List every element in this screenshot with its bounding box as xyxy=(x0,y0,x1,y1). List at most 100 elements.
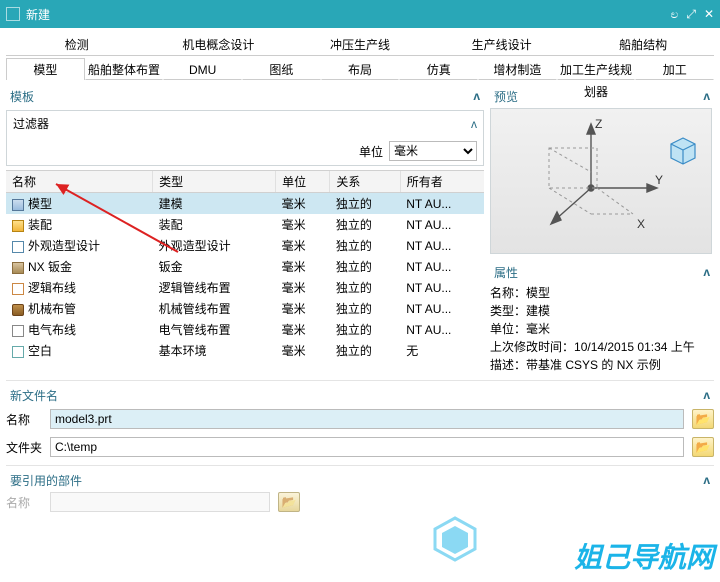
svg-text:X: X xyxy=(637,217,645,231)
collapse-icon[interactable]: ʌ xyxy=(703,265,710,279)
cell-name: 外观造型设计 xyxy=(6,235,153,256)
props-body: 名称：模型 类型：建模 单位：毫米 上次修改时间：10/14/2015 01:3… xyxy=(490,284,714,374)
browse-refpart-button[interactable]: 📂 xyxy=(278,492,300,512)
cell-type: 基本环境 xyxy=(153,340,276,361)
tab-lower-5[interactable]: 仿真 xyxy=(399,58,478,80)
section-preview-title: 预览 xyxy=(494,88,518,105)
cell-unit: 毫米 xyxy=(276,277,330,298)
section-props-title: 属性 xyxy=(494,264,518,281)
column-header[interactable]: 关系 xyxy=(330,171,400,193)
tab-upper-1[interactable]: 机电概念设计 xyxy=(148,34,290,56)
prop-desc-value: 带基准 CSYS 的 NX 示例 xyxy=(526,358,661,372)
preview-canvas: Z Y X xyxy=(490,108,712,254)
prop-mod-value: 10/14/2015 01:34 上午 xyxy=(574,340,695,354)
collapse-icon[interactable]: ʌ xyxy=(471,117,477,131)
close-icon[interactable]: ✕ xyxy=(704,7,714,21)
section-template-title: 模板 xyxy=(10,88,34,105)
tab-lower-6[interactable]: 增材制造 xyxy=(478,58,557,80)
template-table: 名称类型单位关系所有者 模型建模毫米独立的NT AU...装配装配毫米独立的NT… xyxy=(6,170,484,361)
tab-lower-7[interactable]: 加工生产线规划器 xyxy=(557,58,636,80)
table-row[interactable]: 装配装配毫米独立的NT AU... xyxy=(6,214,484,235)
tab-upper-4[interactable]: 船舶结构 xyxy=(572,34,714,56)
template-table-frame: 名称类型单位关系所有者 模型建模毫米独立的NT AU...装配装配毫米独立的NT… xyxy=(6,170,484,361)
watermark-logo-icon xyxy=(430,514,480,564)
collapse-icon[interactable]: ʌ xyxy=(703,388,710,402)
section-template-header: 模板 ʌ xyxy=(6,84,484,108)
app-icon xyxy=(6,7,20,21)
cell-name: 空白 xyxy=(6,340,153,361)
column-header[interactable]: 单位 xyxy=(276,171,330,193)
browse-folder-button[interactable]: 📂 xyxy=(692,437,714,457)
tab-lower-0[interactable]: 模型 xyxy=(6,58,85,80)
table-row[interactable]: 空白基本环境毫米独立的无 xyxy=(6,340,484,361)
newfile-folder-label: 文件夹 xyxy=(6,439,42,456)
cell-unit: 毫米 xyxy=(276,193,330,215)
csys-preview-icon: Z Y X xyxy=(501,116,701,246)
newfile-name-label: 名称 xyxy=(6,411,42,428)
tab-bar-upper: 检测机电概念设计冲压生产线生产线设计船舶结构 xyxy=(6,34,714,56)
folder-icon: 📂 xyxy=(696,412,711,426)
maximize-icon[interactable]: ⤢ xyxy=(686,7,696,22)
column-header[interactable]: 所有者 xyxy=(400,171,484,193)
prop-name-label: 名称： xyxy=(490,286,526,300)
collapse-icon[interactable]: ʌ xyxy=(473,89,480,103)
table-row[interactable]: 外观造型设计外观造型设计毫米独立的NT AU... xyxy=(6,235,484,256)
folder-icon: 📂 xyxy=(696,440,711,454)
newfile-name-input[interactable] xyxy=(50,409,684,429)
column-header[interactable]: 类型 xyxy=(153,171,276,193)
cell-type: 钣金 xyxy=(153,256,276,277)
cell-type: 机械管线布置 xyxy=(153,298,276,319)
table-row[interactable]: 电气布线电气管线布置毫米独立的NT AU... xyxy=(6,319,484,340)
section-preview-header: 预览 ʌ xyxy=(490,84,714,108)
filter-label: 过滤器 xyxy=(13,115,49,132)
cell-type: 逻辑管线布置 xyxy=(153,277,276,298)
prop-type-value: 建模 xyxy=(526,304,550,318)
cell-rel: 独立的 xyxy=(330,298,400,319)
unit-label: 单位 xyxy=(359,143,383,160)
browse-name-button[interactable]: 📂 xyxy=(692,409,714,429)
svg-text:Z: Z xyxy=(595,117,602,131)
prop-name-value: 模型 xyxy=(526,286,550,300)
title-bar: 新建 ಲ ⤢ ✕ xyxy=(0,0,720,28)
cell-type: 外观造型设计 xyxy=(153,235,276,256)
cell-rel: 独立的 xyxy=(330,235,400,256)
tab-lower-3[interactable]: 图纸 xyxy=(242,58,321,80)
cell-unit: 毫米 xyxy=(276,319,330,340)
column-header[interactable]: 名称 xyxy=(6,171,153,193)
table-row[interactable]: NX 钣金钣金毫米独立的NT AU... xyxy=(6,256,484,277)
blank-icon xyxy=(12,346,24,358)
cell-name: NX 钣金 xyxy=(6,256,153,277)
prop-unit-label: 单位： xyxy=(490,322,526,336)
section-newfile-title: 新文件名 xyxy=(10,387,58,404)
tab-upper-3[interactable]: 生产线设计 xyxy=(431,34,573,56)
tab-upper-2[interactable]: 冲压生产线 xyxy=(289,34,431,56)
collapse-icon[interactable]: ʌ xyxy=(703,89,710,103)
table-row[interactable]: 逻辑布线逻辑管线布置毫米独立的NT AU... xyxy=(6,277,484,298)
cell-unit: 毫米 xyxy=(276,256,330,277)
cell-owner: NT AU... xyxy=(400,193,484,215)
cell-unit: 毫米 xyxy=(276,298,330,319)
cell-rel: 独立的 xyxy=(330,340,400,361)
tab-lower-1[interactable]: 船舶整体布置 xyxy=(85,58,164,80)
prop-mod-label: 上次修改时间： xyxy=(490,340,574,354)
tab-bar-lower: 模型船舶整体布置DMU图纸布局仿真增材制造加工生产线规划器加工 xyxy=(6,58,714,80)
cell-owner: 无 xyxy=(400,340,484,361)
route-icon xyxy=(12,283,24,295)
collapse-icon[interactable]: ʌ xyxy=(703,473,710,487)
table-row[interactable]: 模型建模毫米独立的NT AU... xyxy=(6,193,484,215)
tab-upper-0[interactable]: 检测 xyxy=(6,34,148,56)
cell-rel: 独立的 xyxy=(330,319,400,340)
cell-name: 电气布线 xyxy=(6,319,153,340)
table-row[interactable]: 机械布管机械管线布置毫米独立的NT AU... xyxy=(6,298,484,319)
tab-lower-8[interactable]: 加工 xyxy=(635,58,714,80)
newfile-folder-input[interactable] xyxy=(50,437,684,457)
unit-select[interactable]: 毫米 xyxy=(389,141,477,161)
window-title: 新建 xyxy=(26,6,50,23)
cell-unit: 毫米 xyxy=(276,214,330,235)
tab-lower-2[interactable]: DMU xyxy=(163,58,242,80)
restore-icon[interactable]: ಲ xyxy=(671,7,679,22)
cell-type: 电气管线布置 xyxy=(153,319,276,340)
tab-lower-4[interactable]: 布局 xyxy=(321,58,400,80)
svg-text:Y: Y xyxy=(655,173,663,187)
watermark-text: 姐己导航网 xyxy=(574,536,714,576)
